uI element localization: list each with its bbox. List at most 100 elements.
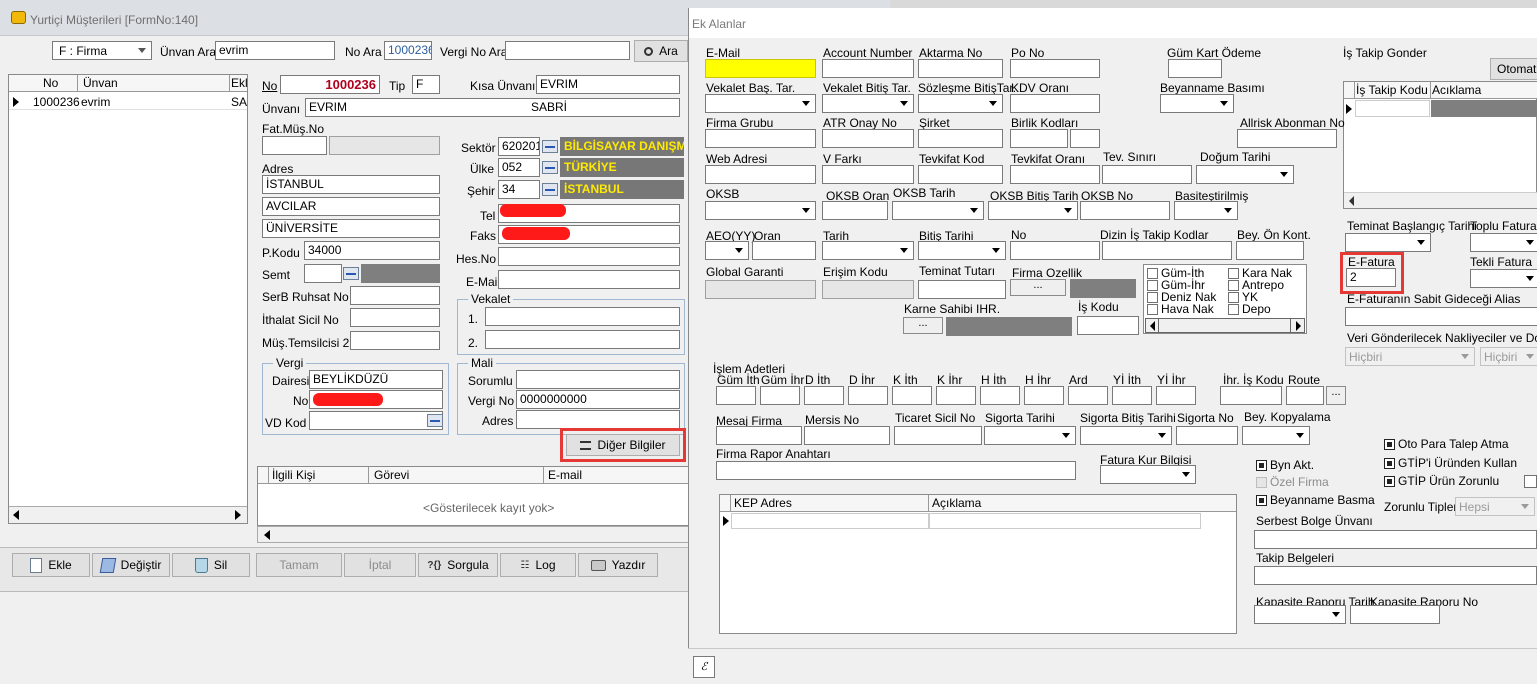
sehir-lookup-icon[interactable] [542, 183, 558, 196]
extra-checkbox[interactable] [1524, 475, 1537, 488]
tekli-fatura-combo[interactable] [1470, 269, 1537, 288]
kep-row[interactable] [720, 513, 1236, 529]
email-input[interactable] [498, 270, 680, 289]
gtip-urun-kullan-check[interactable]: GTİP'i Üründen Kullan [1384, 456, 1517, 470]
mali-adres-input[interactable] [516, 410, 680, 429]
vekalet-bas-tar-combo[interactable] [705, 94, 816, 113]
aeo-yy-combo[interactable] [705, 241, 749, 260]
adres2-input[interactable]: AVCILAR [262, 197, 440, 216]
account-number-input[interactable] [822, 59, 914, 78]
adres1-input[interactable]: İSTANBUL [262, 175, 440, 194]
route-input[interactable] [1286, 386, 1324, 405]
sektor-lookup-icon[interactable] [542, 140, 558, 153]
teminat-tutari-input[interactable] [918, 280, 1006, 299]
ticaret-sicil-input[interactable] [894, 426, 982, 445]
gum-kart-odeme-input[interactable] [1168, 59, 1222, 78]
route-browse[interactable]: ... [1326, 386, 1346, 405]
dogum-tarihi-combo[interactable] [1196, 165, 1294, 184]
zorunlu-tipler-combo[interactable]: Hepsi [1455, 497, 1535, 516]
sozlesme-bitis-tar-combo[interactable] [918, 94, 1003, 113]
firma-ozellik-browse[interactable]: ... [1010, 279, 1066, 296]
kapasite-raporu-no-input[interactable] [1350, 605, 1440, 624]
sigorta-no-input[interactable] [1176, 426, 1238, 445]
mersis-no-input[interactable] [804, 426, 890, 445]
unvan-input[interactable]: EVRIM SABRİ [305, 98, 680, 117]
beyanname-basma-check[interactable]: Beyanname Basma [1256, 493, 1375, 507]
no-input[interactable]: 1000236 [280, 75, 380, 94]
list-row[interactable]: 1000236 evrim SA [9, 93, 247, 110]
teminat-baslangic-combo[interactable] [1345, 233, 1431, 252]
sehir-code-input[interactable]: 34 [498, 180, 540, 199]
tevkifat-orani-input[interactable] [1010, 165, 1100, 184]
email-ext-input[interactable] [705, 59, 816, 78]
is-kodu-input[interactable] [1077, 316, 1139, 335]
po-no-input[interactable] [1010, 59, 1100, 78]
semt-input[interactable] [304, 264, 342, 283]
sigorta-bitis-combo[interactable] [1080, 426, 1172, 445]
oksb-combo[interactable] [705, 201, 816, 220]
islem-col-input[interactable] [760, 386, 800, 405]
otomat-button[interactable]: Otomat [1490, 58, 1537, 80]
serbest-bolge-unvani-input[interactable] [1254, 530, 1537, 549]
islem-col-input[interactable] [892, 386, 932, 405]
ihr-is-kodu-input[interactable] [1220, 386, 1282, 405]
sorgula-button[interactable]: ?{} Sorgula [418, 553, 498, 577]
degistir-button[interactable]: Değiştir [92, 553, 170, 577]
log-button[interactable]: ☷ Log [500, 553, 576, 577]
vekalet-1-input[interactable] [485, 307, 680, 326]
allrisk-abonman-no-input[interactable] [1237, 129, 1337, 148]
aeo-tarih-combo[interactable] [822, 241, 914, 260]
mus-temsilcisi-input[interactable] [350, 331, 440, 350]
bey-on-kont-input[interactable] [1236, 241, 1304, 260]
no-ara-input[interactable]: 1000236 [384, 41, 432, 60]
sirket-input[interactable] [918, 129, 1003, 148]
sigorta-tarihi-combo[interactable] [984, 426, 1076, 445]
tamam-button[interactable]: Tamam [256, 553, 342, 577]
atr-onay-no-input[interactable] [822, 129, 914, 148]
depo-check[interactable]: Depo [1228, 302, 1271, 316]
vd-kod-lookup-icon[interactable] [427, 414, 443, 427]
islem-col-input[interactable] [1156, 386, 1196, 405]
islem-col-input[interactable] [1068, 386, 1108, 405]
ara-button[interactable]: Ara [634, 40, 688, 62]
vekalet-2-input[interactable] [485, 330, 680, 349]
v-farki-input[interactable] [822, 165, 914, 184]
contacts-hscroll[interactable] [257, 526, 697, 543]
firma-rapor-anahtari-input[interactable] [716, 461, 1076, 480]
sil-button[interactable]: Sil [172, 553, 250, 577]
fatura-kur-bilgisi-combo[interactable] [1100, 465, 1196, 484]
semt-lookup-icon[interactable] [343, 267, 359, 280]
basitestirilmis-combo[interactable] [1174, 201, 1238, 220]
fat-mus-no-input[interactable] [262, 136, 327, 155]
tip-input[interactable]: F [412, 75, 440, 94]
erisim-kodu-input[interactable] [822, 280, 914, 299]
customer-list[interactable]: No Ünvan Ekl 1000236 evrim SA [8, 74, 248, 524]
e-faturanin-sabit-input[interactable] [1345, 307, 1537, 326]
aktarma-no-input[interactable] [918, 59, 1003, 78]
kdv-orani-input[interactable] [1010, 94, 1100, 113]
adres3-input[interactable]: ÜNİVERSİTE [262, 219, 440, 238]
kep-grid[interactable]: KEP Adres Açıklama [719, 494, 1237, 634]
karne-sahibi-browse[interactable]: ... [903, 317, 943, 334]
islem-col-input[interactable] [1024, 386, 1064, 405]
tevkifat-kod-input[interactable] [918, 165, 1003, 184]
aeo-bitis-tarihi-combo[interactable] [918, 241, 1006, 260]
unvan-ara-input[interactable]: evrim [215, 41, 335, 60]
yazdir-button[interactable]: Yazdır [578, 553, 658, 577]
vergi-no-ara-input[interactable] [505, 41, 630, 60]
global-garanti-input[interactable] [705, 280, 816, 299]
hava-nak-check[interactable]: Hava Nak [1147, 302, 1214, 316]
mali-vergi-no-input[interactable]: 0000000000 [516, 390, 680, 409]
vekalet-bitis-tar-combo[interactable] [822, 94, 914, 113]
kapasite-raporu-tarih-combo[interactable] [1254, 605, 1346, 624]
checkbox-hscroll[interactable] [1145, 318, 1305, 333]
byn-akt-check[interactable]: Byn Akt. [1256, 458, 1314, 472]
oto-para-check[interactable]: Oto Para Talep Atma [1384, 437, 1509, 451]
ulke-lookup-icon[interactable] [542, 161, 558, 174]
ozel-firma-check[interactable]: Özel Firma [1256, 475, 1329, 489]
aeo-oran-input[interactable] [752, 241, 816, 260]
filter-combo[interactable]: F : Firma [52, 41, 152, 60]
list-hscroll[interactable] [9, 506, 247, 523]
is-takip-hscroll[interactable] [1344, 192, 1537, 208]
bey-kopyalama-combo[interactable] [1242, 426, 1310, 445]
